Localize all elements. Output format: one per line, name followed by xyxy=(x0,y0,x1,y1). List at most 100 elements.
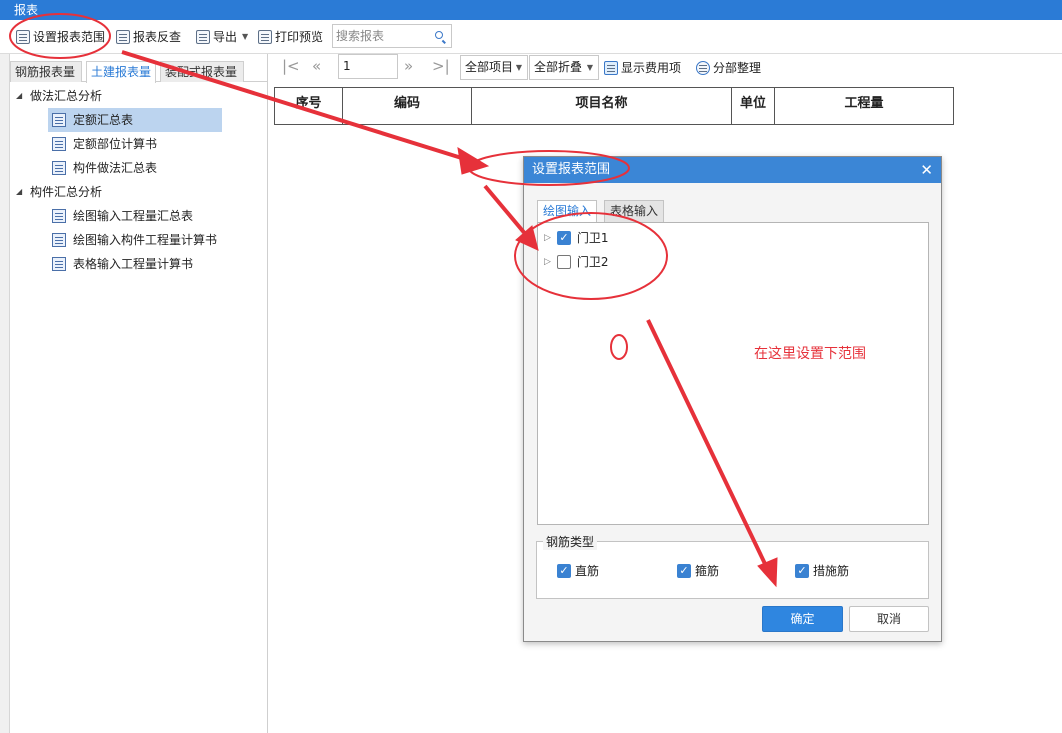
last-page-icon[interactable]: >| xyxy=(432,57,450,75)
report-doc-icon xyxy=(52,209,66,223)
dialog-title: 设置报表范围 xyxy=(524,157,941,183)
print-preview-icon xyxy=(258,30,272,44)
expand-triangle-icon[interactable]: ▷ xyxy=(544,228,551,248)
tree-group-method-summary[interactable]: ◢ 做法汇总分析 xyxy=(16,84,102,108)
close-icon[interactable]: ✕ xyxy=(920,157,933,183)
range-item-label: 门卫1 xyxy=(576,231,609,245)
previous-page-icon[interactable]: « xyxy=(312,57,321,75)
window-title: 报表 xyxy=(0,0,1062,20)
cost-icon xyxy=(604,61,618,75)
tree-item-quota-position-calc[interactable]: 定额部位计算书 xyxy=(52,132,157,156)
report-search xyxy=(332,24,452,48)
project-filter-value: 全部项目 xyxy=(465,60,514,74)
report-table-header: 序号 编码 项目名称 单位 工程量 xyxy=(274,87,954,125)
report-type-tabs: 钢筋报表量 土建报表量 装配式报表量 xyxy=(10,58,268,83)
show-cost-label: 显示费用项 xyxy=(621,61,682,75)
show-cost-items-button[interactable]: 显示费用项 xyxy=(604,57,681,79)
annotation-note: 在这里设置下范围 xyxy=(754,346,866,362)
report-tree-panel: 钢筋报表量 土建报表量 装配式报表量 ◢ 做法汇总分析 定额汇总表 定额部位计算… xyxy=(10,54,268,733)
fold-value: 全部折叠 xyxy=(534,60,583,74)
rebar-type-label: 措施筋 xyxy=(813,564,850,578)
tab-rebar-report[interactable]: 钢筋报表量 xyxy=(10,61,82,82)
tab-drawing-input[interactable]: 绘图输入 xyxy=(537,200,598,222)
chevron-down-icon: ▼ xyxy=(242,32,249,41)
range-item-label: 门卫2 xyxy=(576,255,609,269)
next-page-icon[interactable]: » xyxy=(404,57,413,75)
report-doc-icon xyxy=(52,257,66,271)
report-doc-icon xyxy=(52,161,66,175)
rebar-type-measure[interactable]: ✓ 措施筋 xyxy=(795,562,849,579)
collapse-triangle-icon[interactable]: ◢ xyxy=(16,84,30,108)
checkbox-checked-icon[interactable]: ✓ xyxy=(557,563,571,578)
report-doc-icon xyxy=(52,233,66,247)
tab-table-input[interactable]: 表格输入 xyxy=(604,200,665,222)
tab-prefab-report[interactable]: 装配式报表量 xyxy=(160,61,244,82)
checkbox-checked-icon[interactable]: ✓ xyxy=(677,563,691,578)
tree-item-label: 绘图输入构件工程量计算书 xyxy=(73,233,218,247)
tree-item-drawing-quantity-summary[interactable]: 绘图输入工程量汇总表 xyxy=(52,204,193,228)
column-header-code: 编码 xyxy=(343,88,472,124)
collapse-triangle-icon[interactable]: ◢ xyxy=(16,180,30,204)
ok-button[interactable]: 确定 xyxy=(762,606,843,632)
set-report-range-label: 设置报表范围 xyxy=(33,30,106,44)
split-tidy-label: 分部整理 xyxy=(713,61,762,75)
split-tidy-button[interactable]: 分部整理 xyxy=(696,57,761,79)
report-toolbar: 设置报表范围 报表反查 导出 ▼ 打印预览 xyxy=(0,20,1062,54)
column-header-unit: 单位 xyxy=(732,88,775,124)
column-header-index: 序号 xyxy=(275,88,343,124)
export-label: 导出 xyxy=(213,30,238,44)
tree-group-component-summary[interactable]: ◢ 构件汇总分析 xyxy=(16,180,102,204)
rebar-type-label: 箍筋 xyxy=(695,564,720,578)
range-tree-item[interactable]: ▷ ✓ 门卫1 xyxy=(544,228,609,248)
tree-item-label: 表格输入工程量计算书 xyxy=(73,257,194,271)
set-report-range-dialog: 设置报表范围 ✕ 绘图输入 表格输入 ▷ ✓ 门卫1 ▷ 门卫2 钢筋类型 ✓ … xyxy=(523,156,942,642)
report-search-input[interactable] xyxy=(333,25,429,47)
rebar-type-stirrup[interactable]: ✓ 箍筋 xyxy=(677,562,719,579)
tree-item-drawing-component-calc[interactable]: 绘图输入构件工程量计算书 xyxy=(52,228,217,252)
set-report-range-button[interactable]: 设置报表范围 xyxy=(16,26,105,48)
project-filter-select[interactable]: 全部项目 ▼ xyxy=(460,55,528,80)
checkbox-checked-icon[interactable]: ✓ xyxy=(556,231,571,245)
tree-item-table-quantity-calc[interactable]: 表格输入工程量计算书 xyxy=(52,252,193,276)
rebar-type-straight[interactable]: ✓ 直筋 xyxy=(557,562,599,579)
range-tree-item[interactable]: ▷ 门卫2 xyxy=(544,252,609,272)
reverse-check-icon xyxy=(116,30,130,44)
report-doc-icon xyxy=(52,113,66,127)
annotation-arrowhead xyxy=(457,147,490,175)
annotation-arrow-shaft xyxy=(483,184,529,238)
export-icon xyxy=(196,30,210,44)
rebar-type-label: 直筋 xyxy=(575,564,600,578)
column-header-quantity: 工程量 xyxy=(844,96,884,111)
report-range-icon xyxy=(16,30,30,44)
search-icon[interactable] xyxy=(435,31,443,39)
fold-select[interactable]: 全部折叠 ▼ xyxy=(529,55,599,80)
left-edge-strip xyxy=(0,54,10,733)
layers-icon xyxy=(696,61,710,75)
column-header-item-name: 项目名称 xyxy=(472,88,732,124)
tree-item-label: 定额汇总表 xyxy=(73,113,134,127)
first-page-icon[interactable]: |< xyxy=(282,57,300,75)
tree-group-label: 构件汇总分析 xyxy=(30,185,103,199)
checkbox-checked-icon[interactable]: ✓ xyxy=(795,563,809,578)
report-reverse-check-button[interactable]: 报表反查 xyxy=(116,26,181,48)
expand-triangle-icon[interactable]: ▷ xyxy=(544,252,551,272)
tree-item-label: 定额部位计算书 xyxy=(73,137,158,151)
chevron-down-icon: ▼ xyxy=(515,63,522,72)
tree-item-label: 构件做法汇总表 xyxy=(73,161,158,175)
cancel-button[interactable]: 取消 xyxy=(849,606,929,632)
rebar-type-legend: 钢筋类型 xyxy=(543,533,598,550)
tree-item-quota-summary[interactable]: 定额汇总表 xyxy=(48,108,222,132)
export-button[interactable]: 导出 ▼ xyxy=(196,26,248,48)
tab-civil-report[interactable]: 土建报表量 xyxy=(86,61,156,83)
rebar-type-group: 钢筋类型 ✓ 直筋 ✓ 箍筋 ✓ 措施筋 xyxy=(536,533,929,599)
print-preview-button[interactable]: 打印预览 xyxy=(258,26,323,48)
print-preview-label: 打印预览 xyxy=(275,30,324,44)
chevron-down-icon: ▼ xyxy=(586,63,593,72)
range-tree: ▷ ✓ 门卫1 ▷ 门卫2 xyxy=(537,222,929,525)
page-number-input[interactable]: 1 xyxy=(338,54,398,79)
tree-group-label: 做法汇总分析 xyxy=(30,89,103,103)
tree-item-component-method-summary[interactable]: 构件做法汇总表 xyxy=(52,156,157,180)
checkbox-unchecked-icon[interactable] xyxy=(556,255,571,269)
report-doc-icon xyxy=(52,137,66,151)
reverse-check-label: 报表反查 xyxy=(133,30,182,44)
